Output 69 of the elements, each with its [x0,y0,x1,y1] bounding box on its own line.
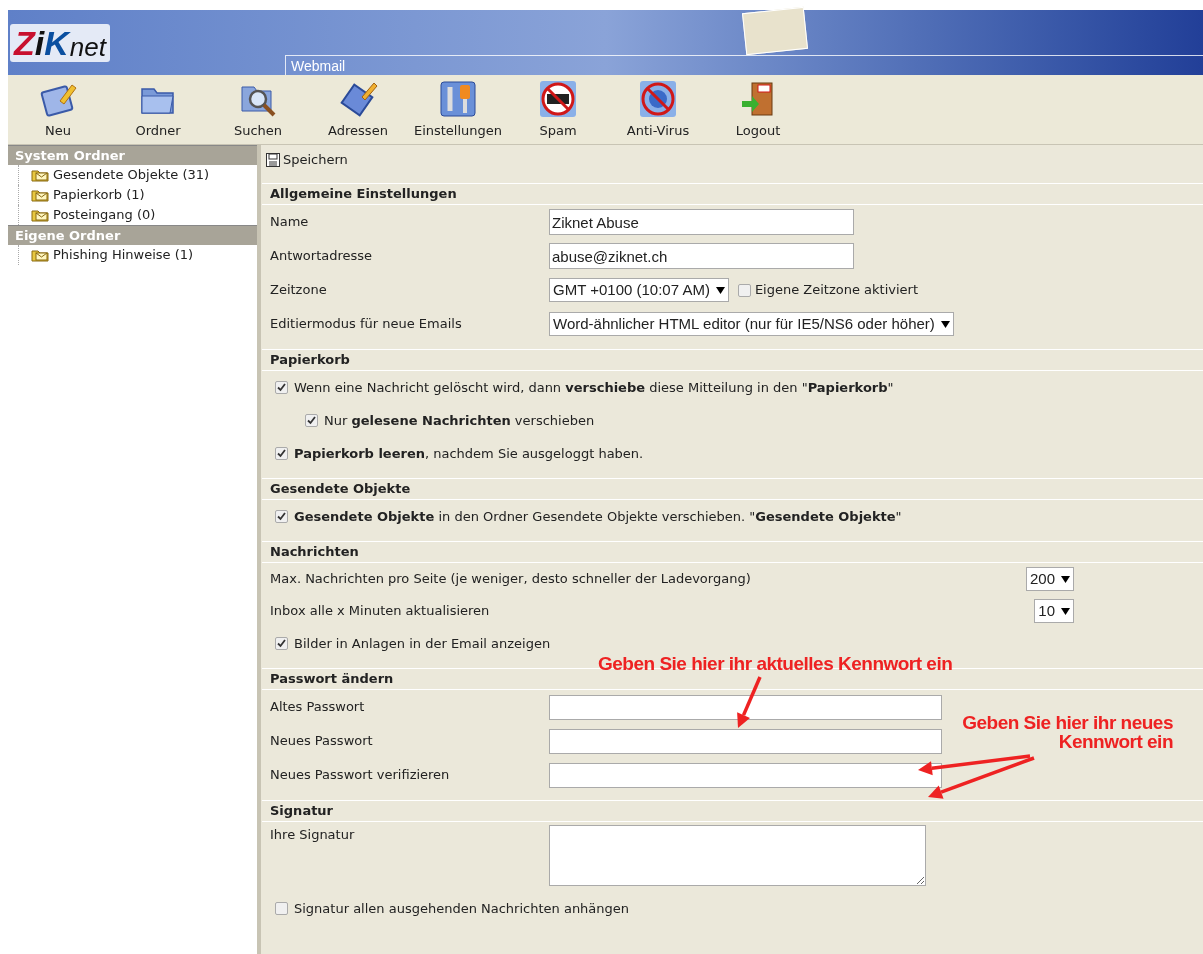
envelope-folder-icon [31,248,50,262]
field-label: Neues Passwort [270,732,374,751]
checkbox-label: Eigene Zeitzone aktiviert [754,281,919,300]
checkbox[interactable] [737,283,751,297]
dropdown[interactable]: Word-ähnlicher HTML editor (nur für IE5/NS6 oder höher) [549,312,954,336]
section-header: Papierkorb [262,349,1203,371]
toolbar-button[interactable]: Neu [8,75,108,145]
checkbox-label: Signatur allen ausgehenden Nachrichten anhängen [294,899,630,918]
sidebar-group-header: System Ordner [8,145,257,165]
section-header: Allgemeine Einstellungen [262,183,1203,205]
checkbox-label: Wenn eine Nachricht gelöscht wird, dann verschiebe diese Mitteilung in den "Papierkorb" [294,378,894,397]
section-header: Nachrichten [262,541,1203,563]
password-field[interactable] [549,694,942,720]
dropdown[interactable]: 10 [1034,599,1074,623]
checkbox[interactable] [275,637,288,650]
field-label: Antwortadresse [270,247,374,266]
field-label: Altes Passwort [270,698,366,717]
caret-icon [940,320,950,328]
field-label: Zeitzone [270,281,328,300]
dropdown[interactable]: GMT +0100 (10:07 AM) [549,278,729,302]
checkbox-label: Nur gelesene Nachrichten verschieben [324,411,595,430]
checkbox[interactable] [275,447,288,460]
dropdown[interactable]: 200 [1025,567,1074,591]
toolbar-button[interactable]: Einstellungen [408,75,508,145]
folder-item[interactable]: Phishing Hinweise (1) [18,245,257,265]
save-button[interactable]: Speichern [262,147,352,173]
caret-icon [1061,575,1070,583]
toolbar-button[interactable]: Adressen [308,75,408,145]
checkbox[interactable] [275,902,288,915]
folder-item[interactable]: Papierkorb (1) [18,185,257,205]
save-icon [266,153,280,167]
section-header: Gesendete Objekte [262,478,1203,500]
toolbar-button[interactable]: Logout [708,75,808,145]
section-header: Signatur [262,800,1203,822]
field-label: Editiermodus für neue Emails [270,315,463,334]
field-label: Ihre Signatur [270,826,356,844]
no-spam-icon [538,79,578,119]
text-field[interactable]: abuse@ziknet.ch [549,243,854,269]
checkbox-label: Bilder in Anlagen in der Email anzeigen [294,634,551,653]
toolbar-button[interactable]: Suchen [208,75,308,145]
envelope-folder-icon [31,168,50,182]
no-virus-icon [638,79,678,119]
folder-item[interactable]: Gesendete Objekte (31) [18,165,257,185]
toolbar-button[interactable]: Spam [508,75,608,145]
arrow [737,676,762,728]
field-label: Max. Nachrichten pro Seite (je weniger, desto schneller der Ladevorgang) [270,570,752,589]
annotation-text: Geben Sie hier ihr neues Kennwort ein [961,713,1173,751]
signature-field[interactable] [549,825,926,886]
password-field[interactable] [549,762,942,788]
envelope-icon [741,6,809,56]
caret-icon [1061,607,1070,615]
field-label: Neues Passwort verifizieren [270,766,451,785]
checkbox-label: Papierkorb leeren, nachdem Sie ausgeloggt haben. [294,444,644,463]
checkbox[interactable] [275,510,288,523]
checkbox-label: Gesendete Objekte in den Ordner Gesendete Objekte verschieben. "Gesendete Objekte" [294,507,902,526]
sidebar-group-header: Eigene Ordner [8,225,257,245]
wrench-screwdriver-icon [438,79,478,119]
toolbar-button[interactable]: Ordner [108,75,208,145]
checkbox[interactable] [275,381,288,394]
checkbox[interactable] [305,414,318,427]
toolbar-button[interactable]: Anti-Virus [608,75,708,145]
envelope-folder-icon [31,208,50,222]
logo: ZiKnet [10,24,110,62]
caret-icon [715,286,725,294]
text-field[interactable]: Ziknet Abuse [549,209,854,235]
field-label: Inbox alle x Minuten aktualisieren [270,602,491,621]
field-label: Name [270,213,310,232]
envelope-folder-icon [31,188,50,202]
password-field[interactable] [549,728,942,754]
